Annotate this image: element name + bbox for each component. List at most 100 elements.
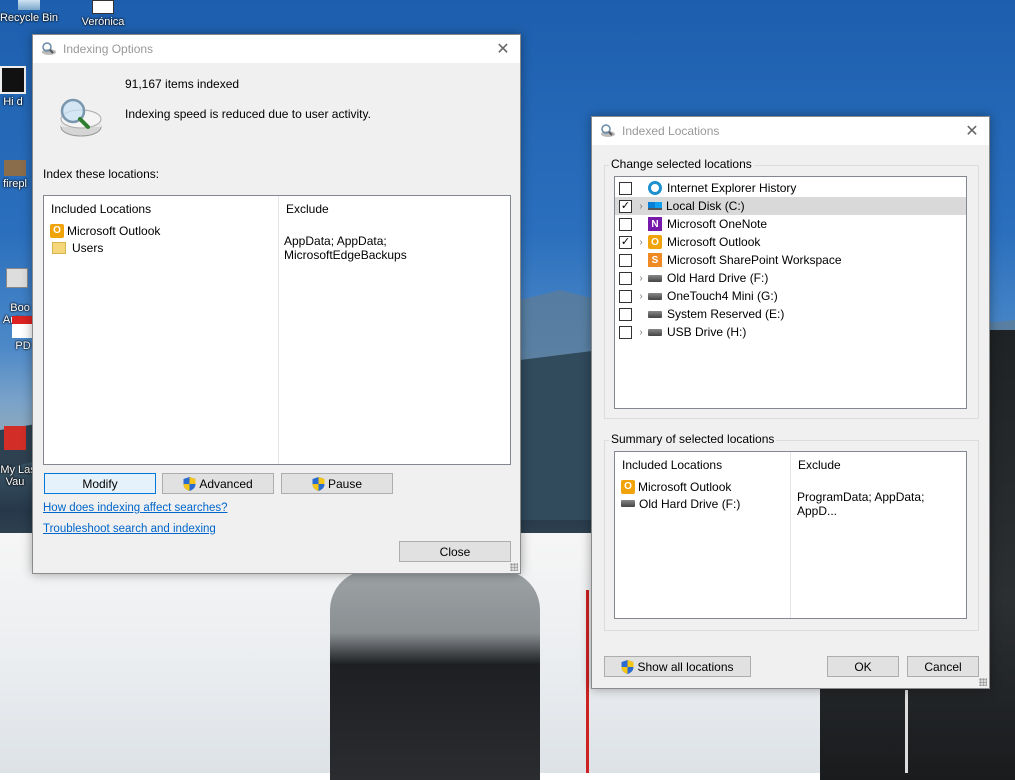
image-icon (4, 160, 26, 176)
tree-item[interactable]: ✓ › Local Disk (C:) (615, 197, 966, 215)
indexing-icon (42, 42, 56, 55)
app-icon (6, 268, 28, 288)
tree-item[interactable]: › OneTouch4 Mini (G:) (615, 287, 966, 305)
tree-item-label: Microsoft OneNote (667, 217, 768, 231)
drive-icon (648, 328, 662, 336)
tree-item-label: System Reserved (E:) (667, 307, 785, 321)
resize-grip[interactable] (979, 678, 987, 686)
titlebar[interactable]: Indexed Locations ✕ (592, 117, 989, 145)
location-checkbox[interactable] (619, 325, 632, 339)
window-title: Indexing Options (63, 42, 154, 56)
indexing-large-icon (60, 98, 102, 137)
column-header-included[interactable]: Included Locations (45, 196, 279, 220)
location-name: Microsoft Outlook (67, 223, 161, 238)
indexing-options-window: Indexing Options ✕ 91,167 items indexed … (32, 34, 521, 574)
column-header-exclude[interactable]: Exclude (280, 196, 510, 220)
location-checkbox[interactable] (619, 217, 632, 231)
tree-item-label: Local Disk (C:) (666, 199, 745, 213)
chevron-right-icon[interactable]: › (636, 327, 646, 338)
tree-item-label: Internet Explorer History (667, 181, 797, 195)
indexing-icon (601, 124, 615, 137)
tree-item[interactable]: System Reserved (E:) (615, 305, 966, 323)
indexed-locations-window: Indexed Locations ✕ Change selected loca… (591, 116, 990, 689)
list-item[interactable]: Old Hard Drive (F:) ProgramData; AppData… (615, 490, 966, 518)
tree-item-label: Old Hard Drive (F:) (667, 271, 769, 285)
advanced-button[interactable]: Advanced (162, 473, 274, 494)
how-indexing-affects-searches-link[interactable]: How does indexing affect searches? (43, 502, 228, 514)
pause-button[interactable]: Pause (281, 473, 393, 494)
recycle-bin-icon (18, 0, 40, 10)
column-header-exclude[interactable]: Exclude (792, 452, 962, 476)
tree-item-label: USB Drive (H:) (667, 325, 747, 339)
location-checkbox[interactable] (619, 271, 632, 285)
desktop-icon-recycle-bin[interactable]: Recycle Bin (0, 0, 64, 24)
desktop-icon-veronica[interactable]: Verónica (68, 0, 138, 28)
drive-icon (648, 274, 662, 282)
location-checkbox[interactable] (619, 181, 632, 195)
column-header-included[interactable]: Included Locations (616, 452, 790, 476)
outlook-icon: O (621, 479, 635, 494)
pdf-icon (12, 316, 34, 338)
summary-list[interactable]: Included Locations Exclude O Microsoft O… (614, 451, 967, 619)
tree-item[interactable]: Internet Explorer History (615, 179, 966, 197)
show-all-locations-button[interactable]: Show all locations (604, 656, 751, 677)
tree-item-label: Microsoft SharePoint Workspace (667, 253, 842, 267)
exclude-value: ProgramData; AppData; AppD... (797, 489, 925, 518)
onenote-icon: N (648, 217, 662, 231)
ok-button[interactable]: OK (827, 656, 899, 677)
tree-item[interactable]: S Microsoft SharePoint Workspace (615, 251, 966, 269)
cancel-button[interactable]: Cancel (907, 656, 979, 677)
chevron-right-icon[interactable]: › (636, 273, 646, 284)
change-locations-label: Change selected locations (609, 157, 754, 171)
location-checkbox[interactable] (619, 307, 632, 321)
folder-icon (52, 241, 66, 254)
chevron-right-icon[interactable]: › (636, 291, 646, 302)
close-icon[interactable]: ✕ (492, 38, 514, 60)
tree-item[interactable]: › Old Hard Drive (F:) (615, 269, 966, 287)
location-name: Microsoft Outlook (638, 479, 732, 494)
document-icon (92, 0, 114, 14)
column-divider (790, 452, 791, 618)
drive-icon (648, 292, 662, 300)
chevron-right-icon[interactable]: › (636, 237, 646, 248)
close-button[interactable]: Close (399, 541, 511, 562)
monitor-icon (0, 66, 26, 94)
items-indexed-count: 91,167 items indexed (125, 77, 240, 91)
windows-drive-icon (648, 202, 662, 210)
location-checkbox[interactable]: ✓ (619, 199, 632, 213)
location-checkbox[interactable] (619, 289, 632, 303)
indexing-status-text: Indexing speed is reduced due to user ac… (125, 107, 371, 121)
tree-item-label: OneTouch4 Mini (G:) (667, 289, 778, 303)
locations-tree[interactable]: Internet Explorer History ✓ › Local Disk (C… (614, 176, 967, 409)
window-title: Indexed Locations (622, 124, 720, 138)
indexed-locations-list[interactable]: Included Locations Exclude O Microsoft O… (43, 195, 511, 465)
location-checkbox[interactable] (619, 253, 632, 267)
uac-shield-icon (183, 476, 196, 491)
uac-shield-icon (312, 476, 325, 491)
titlebar[interactable]: Indexing Options ✕ (33, 35, 520, 63)
tree-item-label: Microsoft Outlook (667, 235, 761, 249)
resize-grip[interactable] (510, 563, 518, 571)
close-icon[interactable]: ✕ (961, 120, 983, 142)
troubleshoot-link[interactable]: Troubleshoot search and indexing (43, 523, 216, 535)
exclude-value: AppData; AppData; MicrosoftEdgeBackups (284, 233, 407, 262)
drive-icon (621, 500, 635, 507)
chevron-right-icon[interactable]: › (636, 201, 646, 212)
location-checkbox[interactable]: ✓ (619, 235, 632, 249)
ski-pole (586, 590, 589, 773)
ie-icon (648, 181, 662, 195)
person-snowboarder (330, 570, 540, 780)
index-locations-label: Index these locations: (43, 167, 160, 181)
tree-item[interactable]: ✓ › O Microsoft Outlook (615, 233, 966, 251)
ski-pole (905, 690, 908, 773)
location-name: Users (72, 240, 104, 255)
list-item[interactable]: Users AppData; AppData; MicrosoftEdgeBac… (44, 234, 510, 262)
tree-item[interactable]: N Microsoft OneNote (615, 215, 966, 233)
uac-shield-icon (621, 659, 634, 674)
drive-icon (648, 310, 662, 318)
modify-button[interactable]: Modify (44, 473, 156, 494)
location-name: Old Hard Drive (F:) (639, 496, 741, 511)
tree-item[interactable]: › USB Drive (H:) (615, 323, 966, 341)
lastpass-icon (4, 426, 26, 450)
sharepoint-icon: S (648, 253, 662, 267)
